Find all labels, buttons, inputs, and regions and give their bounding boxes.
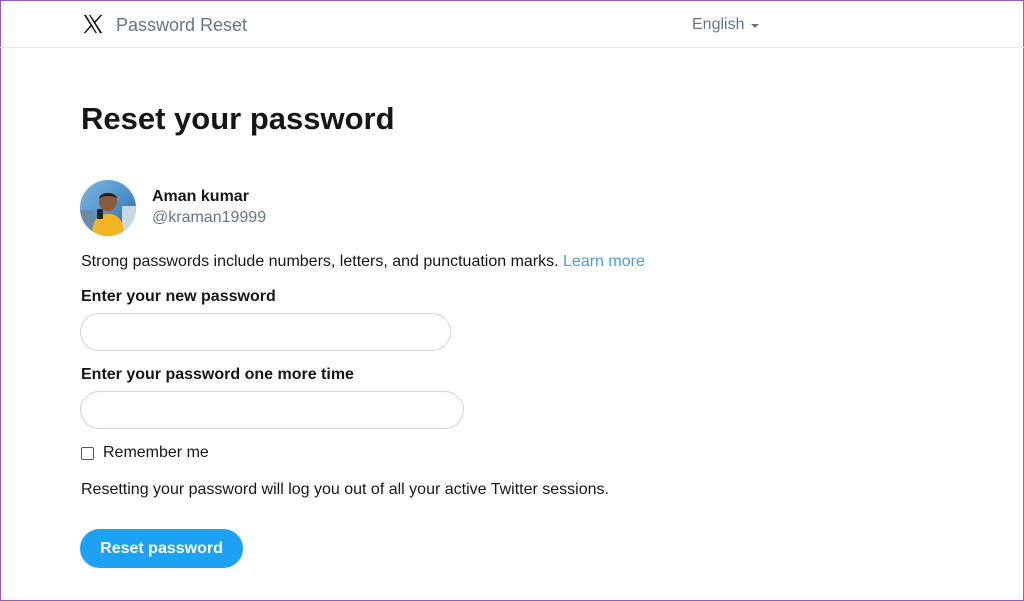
language-selector[interactable]: English: [692, 15, 760, 35]
remember-me-label: Remember me: [103, 444, 209, 461]
top-bar: Password Reset English: [0, 0, 1024, 48]
x-logo-icon[interactable]: [82, 13, 104, 35]
new-password-input[interactable]: [80, 313, 451, 351]
remember-me[interactable]: Remember me: [81, 443, 209, 463]
learn-more-link[interactable]: Learn more: [563, 253, 645, 270]
user-name: Aman kumar: [152, 188, 249, 205]
password-hint: Strong passwords include numbers, letter…: [81, 252, 645, 272]
confirm-password-input[interactable]: [80, 391, 464, 429]
user-handle: @kraman19999: [152, 209, 267, 226]
caret-down-icon: [751, 24, 760, 28]
avatar: [80, 180, 136, 236]
language-label: English: [692, 16, 745, 33]
password-hint-text: Strong passwords include numbers, letter…: [81, 253, 559, 270]
logout-notice: Resetting your password will log you out…: [81, 481, 609, 498]
app-title: Password Reset: [116, 15, 248, 35]
page-title: Reset your password: [81, 101, 395, 136]
confirm-password-label: Enter your password one more time: [81, 366, 354, 383]
reset-password-button[interactable]: Reset password: [80, 529, 243, 568]
user-avatar-image: [80, 180, 136, 236]
new-password-label: Enter your new password: [81, 288, 276, 305]
remember-me-checkbox[interactable]: [81, 446, 94, 460]
